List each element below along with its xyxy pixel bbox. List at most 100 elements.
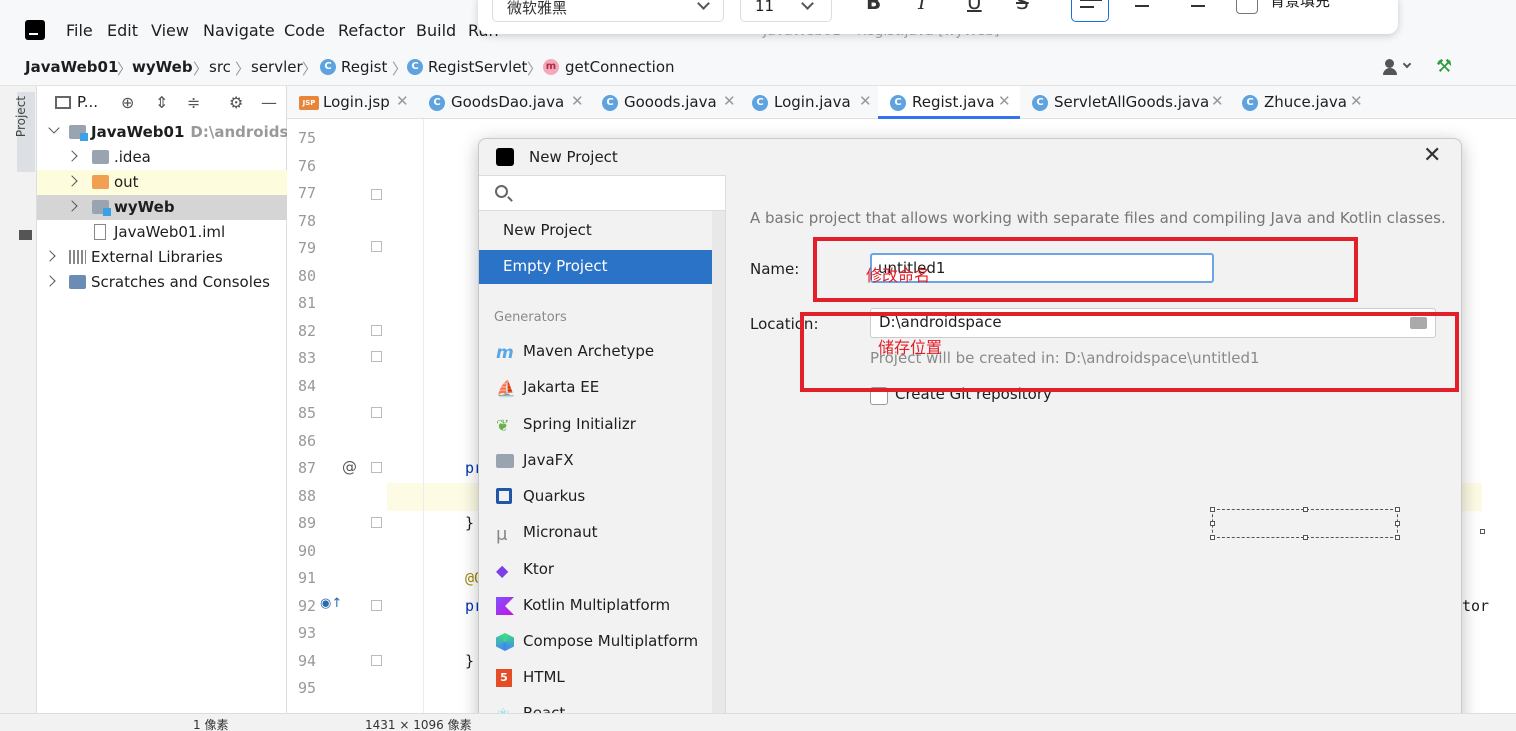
close-icon[interactable]: ✕ <box>723 92 736 110</box>
code-fragment: tor <box>1462 597 1490 615</box>
menu-navigate[interactable]: Navigate <box>203 21 275 40</box>
override-marker-icon[interactable]: @ <box>342 458 357 476</box>
fold-marker[interactable] <box>371 600 382 611</box>
tab-servletallgoods[interactable]: C ServletAllGoods.java ✕ <box>1020 86 1230 119</box>
line-number: 90 <box>297 542 317 560</box>
folder-icon[interactable] <box>19 230 32 240</box>
generator-compose-multiplatform[interactable]: Compose Multiplatform <box>479 624 712 660</box>
generator-maven-archetype[interactable]: m Maven Archetype <box>479 334 712 370</box>
tree-item-wyweb[interactable]: wyWeb <box>37 195 287 220</box>
resize-handle[interactable] <box>1395 507 1400 512</box>
generator-html[interactable]: 5 HTML <box>479 660 712 696</box>
code-fragment: } <box>465 652 475 670</box>
implements-marker-icon[interactable]: ◉↑ <box>320 596 342 611</box>
project-tool-button[interactable]: Project <box>14 96 28 137</box>
gear-icon[interactable]: ⚙ <box>229 93 243 112</box>
resize-handle[interactable] <box>1210 535 1215 540</box>
close-icon[interactable]: ✕ <box>1423 143 1441 168</box>
resize-handle[interactable] <box>1303 535 1308 540</box>
fold-marker[interactable] <box>371 189 382 200</box>
intellij-logo-icon <box>22 17 48 43</box>
resize-handle[interactable] <box>1210 521 1215 526</box>
project-view-select[interactable]: P... <box>77 93 98 111</box>
menu-refactor[interactable]: Refactor <box>338 21 405 40</box>
resize-handle[interactable] <box>1480 529 1485 534</box>
selection-rectangle[interactable] <box>1210 507 1400 540</box>
breadcrumb-package[interactable]: servler <box>251 58 303 76</box>
item-empty-project[interactable]: Empty Project <box>479 250 712 284</box>
tab-login-jsp[interactable]: JSP Login.jsp ✕ <box>287 86 417 119</box>
tab-login-java[interactable]: C Login.java ✕ <box>740 86 878 119</box>
background-fill-checkbox[interactable] <box>1236 0 1258 14</box>
breadcrumb-module[interactable]: wyWeb <box>132 58 193 76</box>
tree-item-external-libraries[interactable]: External Libraries <box>37 245 287 270</box>
tab-zhuce[interactable]: C Zhuce.java ✕ <box>1230 86 1370 119</box>
align-right-button[interactable] <box>1175 0 1213 22</box>
generator-micronaut[interactable]: μ Micronaut <box>479 515 712 551</box>
resize-handle[interactable] <box>1395 521 1400 526</box>
tree-item-scratches[interactable]: Scratches and Consoles <box>37 270 287 295</box>
generator-spring-initializr[interactable]: ❦ Spring Initializr <box>479 407 712 443</box>
resize-handle[interactable] <box>1210 507 1215 512</box>
generator-quarkus[interactable]: Quarkus <box>479 479 712 515</box>
generator-label: JavaFX <box>523 451 574 469</box>
align-center-button[interactable] <box>1123 0 1161 22</box>
tab-gooods[interactable]: C Gooods.java ✕ <box>590 86 740 119</box>
close-icon[interactable]: ✕ <box>396 92 409 110</box>
collapse-all-icon[interactable]: ≑ <box>187 93 200 112</box>
tree-item-iml[interactable]: JavaWeb01.iml <box>37 220 287 245</box>
close-icon[interactable]: ✕ <box>1211 92 1224 110</box>
fold-marker[interactable] <box>371 241 382 252</box>
menu-view[interactable]: View <box>151 21 189 40</box>
tree-item-idea[interactable]: .idea <box>37 145 287 170</box>
fold-marker[interactable] <box>371 655 382 666</box>
resize-handle[interactable] <box>1395 535 1400 540</box>
align-left-button[interactable] <box>1071 0 1109 22</box>
strikethrough-button[interactable]: S <box>1016 0 1029 14</box>
tab-regist[interactable]: C Regist.java ✕ <box>878 86 1020 119</box>
generator-javafx[interactable]: JavaFX <box>479 443 712 479</box>
tree-item-out[interactable]: out <box>37 170 287 195</box>
expand-all-icon[interactable]: ⇕ <box>155 93 168 112</box>
minimize-icon[interactable]: — <box>261 93 277 112</box>
bold-button[interactable]: B <box>866 0 881 14</box>
generator-jakarta-ee[interactable]: ⛵ Jakarta EE <box>479 370 712 406</box>
fold-marker[interactable] <box>371 517 382 528</box>
line-number: 79 <box>297 239 317 257</box>
close-icon[interactable]: ✕ <box>998 92 1011 110</box>
generator-kotlin-multiplatform[interactable]: Kotlin Multiplatform <box>479 588 712 624</box>
item-label: New Project <box>503 221 592 239</box>
breadcrumb-servlet[interactable]: RegistServlet <box>428 58 527 76</box>
breadcrumb-class[interactable]: Regist <box>341 58 387 76</box>
locate-icon[interactable]: ⊕ <box>121 93 134 112</box>
menu-build[interactable]: Build <box>416 21 456 40</box>
tab-goodsdao[interactable]: C GoodsDao.java ✕ <box>417 86 590 119</box>
search-input[interactable] <box>479 175 725 211</box>
menu-file[interactable]: File <box>66 21 93 40</box>
italic-button[interactable]: I <box>918 0 926 14</box>
new-project-dialog: New Project ✕ New Project Empty Project … <box>478 138 1462 731</box>
menu-edit[interactable]: Edit <box>107 21 138 40</box>
close-icon[interactable]: ✕ <box>859 92 872 110</box>
underline-button[interactable]: U <box>967 0 982 14</box>
resize-handle[interactable] <box>1303 507 1308 512</box>
menu-code[interactable]: Code <box>284 21 325 40</box>
item-new-project[interactable]: New Project <box>479 214 712 248</box>
tab-label: ServletAllGoods.java <box>1054 93 1210 111</box>
breadcrumb-method[interactable]: getConnection <box>565 58 675 76</box>
fold-marker[interactable] <box>371 325 382 336</box>
fold-marker[interactable] <box>371 462 382 473</box>
size-select[interactable]: 11 <box>740 0 832 22</box>
close-icon[interactable]: ✕ <box>1350 92 1363 110</box>
tree-item-javaweb01[interactable]: JavaWeb01 D:\androidspa <box>37 120 309 145</box>
breadcrumb-project[interactable]: JavaWeb01 <box>25 58 118 76</box>
hammer-icon[interactable]: ⚒ <box>1436 56 1456 77</box>
line-number: 95 <box>297 679 317 697</box>
generator-ktor[interactable]: ◆ Ktor <box>479 552 712 588</box>
fold-marker[interactable] <box>371 407 382 418</box>
fold-marker[interactable] <box>371 351 382 362</box>
breadcrumb-src[interactable]: src <box>209 58 231 76</box>
close-icon[interactable]: ✕ <box>571 92 584 110</box>
list-scrollbar[interactable] <box>712 211 725 730</box>
font-select[interactable]: 微软雅黑 <box>492 0 724 22</box>
